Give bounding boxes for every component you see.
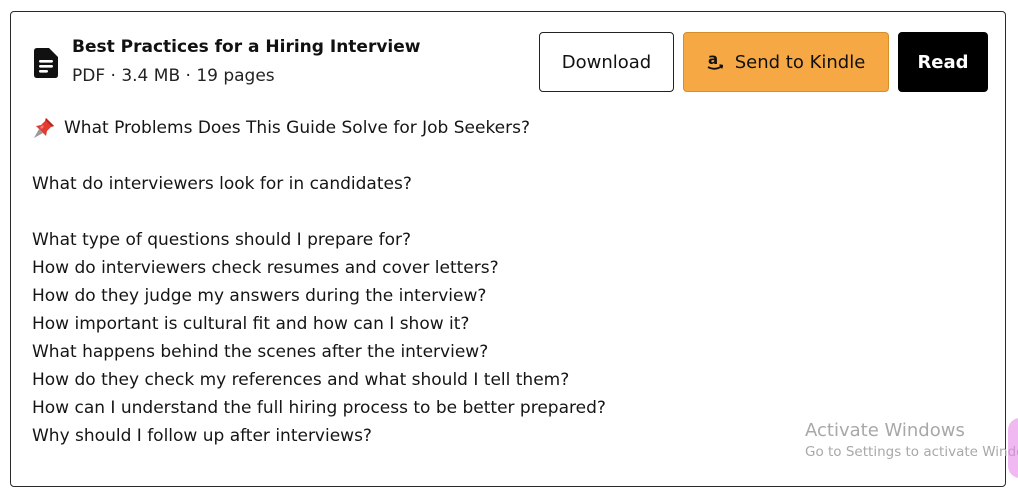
question-item: Why should I follow up after interviews?: [32, 426, 372, 446]
question-item: How important is cultural fit and how ca…: [32, 314, 470, 334]
question-item: How can I understand the full hiring pro…: [32, 398, 606, 418]
activate-windows-watermark: Activate Windows Go to Settings to activ…: [805, 420, 1018, 460]
read-button-label: Read: [917, 51, 969, 73]
section-heading: What Problems Does This Guide Solve for …: [32, 114, 932, 142]
watermark-subtitle: Go to Settings to activate Windo: [805, 444, 1018, 460]
question-item: What type of questions should I prepare …: [32, 230, 412, 250]
document-card: Best Practices for a Hiring Interview PD…: [10, 11, 1006, 487]
description: What Problems Does This Guide Solve for …: [32, 114, 932, 450]
section-heading-text: What Problems Does This Guide Solve for …: [64, 118, 531, 138]
amazon-icon: a: [707, 51, 723, 70]
question-item: How do they check my references and what…: [32, 370, 570, 390]
download-button-label: Download: [561, 51, 652, 73]
floating-assistant-button[interactable]: [1008, 418, 1018, 478]
question-item: How do interviewers check resumes and co…: [32, 258, 499, 278]
watermark-title: Activate Windows: [805, 420, 965, 441]
send-to-kindle-button[interactable]: a Send to Kindle: [683, 32, 889, 92]
read-button[interactable]: Read: [898, 32, 988, 92]
pushpin-icon: [34, 118, 54, 138]
send-to-kindle-label: Send to Kindle: [734, 51, 866, 73]
document-title: Best Practices for a Hiring Interview: [72, 37, 421, 57]
svg-text:a: a: [708, 51, 718, 68]
question-item: What happens behind the scenes after the…: [32, 342, 489, 362]
document-icon: [34, 48, 58, 78]
question-item: How do they judge my answers during the …: [32, 286, 487, 306]
download-button[interactable]: Download: [539, 32, 674, 92]
intro-question: What do interviewers look for in candida…: [32, 174, 412, 194]
document-meta: PDF · 3.4 MB · 19 pages: [72, 66, 275, 86]
